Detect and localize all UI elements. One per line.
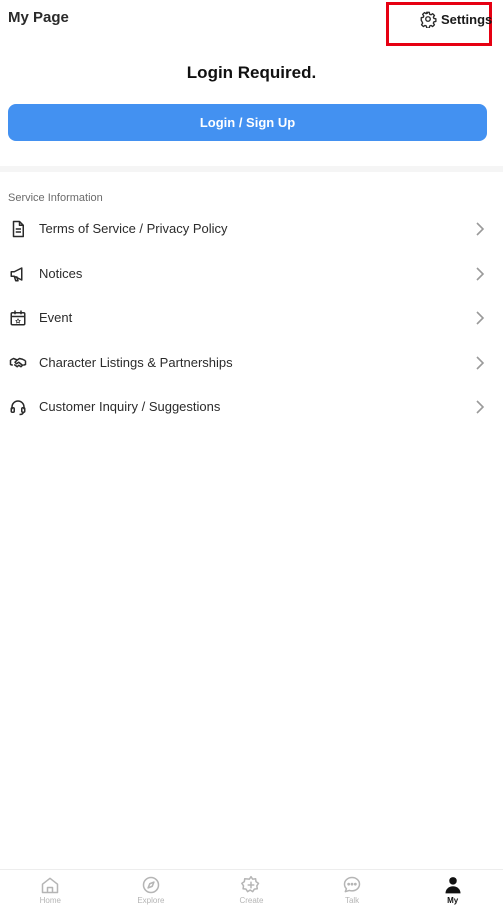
- page-title: My Page: [8, 9, 69, 26]
- person-icon: [445, 877, 461, 894]
- tab-label: Explore: [137, 896, 165, 905]
- tab-label: Home: [39, 896, 61, 905]
- settings-label: Settings: [441, 11, 493, 27]
- menu-item-event[interactable]: Event: [0, 296, 503, 341]
- login-required-title: Login Required.: [186, 63, 317, 82]
- service-section-title: Service Information: [8, 192, 103, 204]
- compass-icon: [142, 876, 160, 894]
- tab-label: My: [447, 896, 459, 905]
- calendar-icon: [10, 310, 26, 326]
- headset-icon: [10, 400, 26, 416]
- tab-create[interactable]: Create: [201, 870, 302, 906]
- menu-item-label: Terms of Service / Privacy Policy: [39, 221, 228, 236]
- chevron-right-icon: [476, 222, 485, 236]
- chevron-right-icon: [476, 400, 485, 414]
- chevron-right-icon: [476, 355, 485, 370]
- tab-my[interactable]: My: [402, 870, 503, 906]
- menu-item-terms[interactable]: Terms of Service / Privacy Policy: [0, 207, 503, 252]
- document-icon: [12, 220, 24, 238]
- menu-item-partnerships[interactable]: Character Listings & Partnerships: [0, 341, 503, 386]
- service-menu: Terms of Service / Privacy Policy Notice…: [0, 207, 503, 430]
- tab-home[interactable]: Home: [0, 870, 101, 906]
- menu-item-inquiry[interactable]: Customer Inquiry / Suggestions: [0, 385, 503, 430]
- chevron-right-icon: [476, 266, 485, 281]
- section-divider: [0, 166, 503, 172]
- menu-item-label: Event: [39, 310, 73, 325]
- tab-explore[interactable]: Explore: [101, 870, 202, 906]
- tab-label: Create: [239, 896, 264, 905]
- menu-item-label: Character Listings & Partnerships: [39, 354, 233, 370]
- chevron-right-icon: [476, 311, 485, 325]
- gear-icon: [420, 11, 437, 28]
- login-signup-button[interactable]: Login / Sign Up: [8, 104, 487, 141]
- header: My Page Settings: [0, 0, 503, 48]
- menu-item-notices[interactable]: Notices: [0, 252, 503, 297]
- handshake-icon: [9, 357, 27, 367]
- bottom-tab-bar: Home Explore Create Talk My: [0, 869, 503, 906]
- megaphone-icon: [10, 266, 23, 281]
- settings-button[interactable]: Settings: [386, 2, 492, 46]
- tab-talk[interactable]: Talk: [302, 870, 403, 906]
- tab-label: Talk: [344, 896, 360, 905]
- menu-item-label: Notices: [39, 265, 83, 281]
- chat-icon: [343, 876, 361, 893]
- home-icon: [42, 877, 59, 894]
- menu-item-label: Customer Inquiry / Suggestions: [39, 399, 221, 414]
- settings-content: Settings: [419, 10, 492, 28]
- create-icon: [241, 875, 260, 893]
